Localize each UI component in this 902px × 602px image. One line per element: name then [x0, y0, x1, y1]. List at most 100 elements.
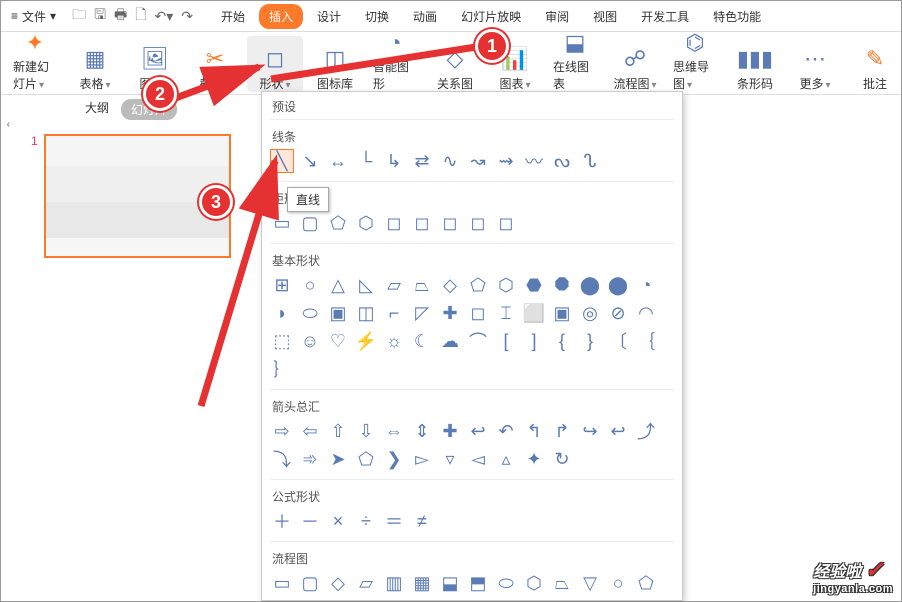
- shape-textbox[interactable]: ⊞: [270, 273, 294, 297]
- tab-insert[interactable]: 插入: [259, 4, 303, 29]
- shape-double-arrow[interactable]: ↔: [326, 149, 350, 173]
- table-button[interactable]: ▦表格: [67, 36, 123, 92]
- shape-elbow-double[interactable]: ⇄: [410, 149, 434, 173]
- shape-round2[interactable]: ◻: [438, 211, 462, 235]
- shape-curved-up[interactable]: ⤴: [634, 419, 658, 443]
- shape-manual-op[interactable]: ▽: [578, 571, 602, 595]
- shape-cross[interactable]: ✚: [438, 301, 462, 325]
- shape-multiply[interactable]: ×: [326, 509, 350, 533]
- shape-connector[interactable]: ○: [606, 571, 630, 595]
- shape-summing[interactable]: ⊕: [326, 599, 350, 601]
- shape-smiley[interactable]: ☺: [298, 329, 322, 353]
- icons-button[interactable]: ◫图标库: [307, 36, 363, 92]
- shape-right-callout[interactable]: ▻: [410, 447, 434, 471]
- shape-collate[interactable]: ⧖: [382, 599, 406, 601]
- shape-plus[interactable]: ＋: [270, 509, 294, 533]
- shape-direct-access[interactable]: ⬭: [606, 599, 630, 601]
- smartart-button[interactable]: ◔智能图形: [367, 36, 423, 92]
- shape-delay[interactable]: ◗: [522, 599, 546, 601]
- shape-rtriangle[interactable]: ◺: [354, 273, 378, 297]
- shape-triangle[interactable]: △: [326, 273, 350, 297]
- shapes-button[interactable]: ◻形状: [247, 36, 303, 92]
- shape-stored-data[interactable]: ◖: [494, 599, 518, 601]
- shape-bracket1[interactable]: [: [494, 329, 518, 353]
- shape-not-equal[interactable]: ≠: [410, 509, 434, 533]
- shape-pie[interactable]: ◔: [634, 273, 658, 297]
- shape-snip1[interactable]: ⬠: [326, 211, 350, 235]
- tab-transition[interactable]: 切换: [355, 4, 399, 29]
- tab-start[interactable]: 开始: [211, 4, 255, 29]
- new-slide-button[interactable]: ✦新建幻灯片: [7, 36, 63, 92]
- shape-updown-arrow[interactable]: ⇕: [410, 419, 434, 443]
- shape-elbow-arrow[interactable]: ↳: [382, 149, 406, 173]
- shape-left-callout[interactable]: ◅: [466, 447, 490, 471]
- shape-leftright-arrow[interactable]: ⇔: [382, 419, 406, 443]
- undo-icon[interactable]: ↶▾: [154, 8, 173, 25]
- shape-blockarc[interactable]: ◠: [634, 301, 658, 325]
- shape-decagon[interactable]: ⬤: [578, 273, 602, 297]
- shape-parallelogram[interactable]: ▱: [382, 273, 406, 297]
- shape-hexagon[interactable]: ⬡: [494, 273, 518, 297]
- shape-decision[interactable]: ◇: [326, 571, 350, 595]
- save-icon[interactable]: 🖫: [94, 4, 106, 28]
- shape-lshape[interactable]: ⌐: [382, 301, 406, 325]
- shape-octagon[interactable]: ⯃: [550, 273, 574, 297]
- shape-curved-right[interactable]: ↪: [578, 419, 602, 443]
- shape-equal[interactable]: ＝: [382, 509, 406, 533]
- file-menu[interactable]: ≡ 文件 ▾: [5, 8, 62, 25]
- shape-heptagon[interactable]: ⬣: [522, 273, 546, 297]
- preview-icon[interactable]: 🗋: [135, 4, 146, 28]
- tab-review[interactable]: 审阅: [535, 4, 579, 29]
- shape-lightning[interactable]: ⚡: [354, 329, 378, 353]
- online-chart-button[interactable]: ⬓在线图表: [547, 36, 603, 92]
- shape-process[interactable]: ▭: [270, 571, 294, 595]
- shape-diamond[interactable]: ◇: [438, 273, 462, 297]
- shape-merge[interactable]: ▽: [466, 599, 490, 601]
- shape-trapezoid[interactable]: ⏢: [410, 273, 434, 297]
- shape-bentup-arrow[interactable]: ↱: [550, 419, 574, 443]
- shape-curve[interactable]: ∿: [438, 149, 462, 173]
- shape-up-callout[interactable]: ▵: [494, 447, 518, 471]
- shape-minus[interactable]: －: [298, 509, 322, 533]
- shape-down-callout[interactable]: ▿: [438, 447, 462, 471]
- shape-scribble[interactable]: ᔓ: [550, 149, 574, 173]
- shape-curve-arrow[interactable]: ↝: [466, 149, 490, 173]
- shape-internal-storage[interactable]: ▦: [410, 571, 434, 595]
- tab-design[interactable]: 设计: [307, 4, 351, 29]
- redo-icon[interactable]: ↷: [181, 8, 193, 25]
- shape-half-frame[interactable]: ◫: [354, 301, 378, 325]
- tab-animation[interactable]: 动画: [403, 4, 447, 29]
- shape-elbow[interactable]: └: [354, 149, 378, 173]
- shape-freeform[interactable]: ᔐ: [578, 149, 602, 173]
- tab-features[interactable]: 特色功能: [703, 4, 771, 29]
- shape-heart[interactable]: ♡: [326, 329, 350, 353]
- shape-moon[interactable]: ☾: [410, 329, 434, 353]
- shape-chevron[interactable]: ❯: [382, 447, 406, 471]
- shape-alt-process[interactable]: ▢: [298, 571, 322, 595]
- shape-pentagon[interactable]: ⬠: [466, 273, 490, 297]
- shape-curve-double[interactable]: ⇝: [494, 149, 518, 173]
- shape-curved-down[interactable]: ⤵: [270, 447, 294, 471]
- shape-plaque[interactable]: ◻: [466, 301, 490, 325]
- shape-chord[interactable]: ◗: [270, 301, 294, 325]
- tab-outline[interactable]: 大纲: [85, 99, 109, 120]
- shape-arrow-line[interactable]: ↘: [298, 149, 322, 173]
- shape-curved-left[interactable]: ↩: [606, 419, 630, 443]
- shape-oval[interactable]: ○: [298, 273, 322, 297]
- shape-circular-arrow[interactable]: ↻: [550, 447, 574, 471]
- shape-quad-arrow[interactable]: ✚: [438, 419, 462, 443]
- shape-freeform-curve[interactable]: 〰: [522, 149, 546, 173]
- open-icon[interactable]: 🗀: [72, 4, 86, 28]
- shape-divide[interactable]: ÷: [354, 509, 378, 533]
- shape-multidoc[interactable]: ⬒: [466, 571, 490, 595]
- shape-round-single[interactable]: ◻: [494, 211, 518, 235]
- shape-round1[interactable]: ◻: [410, 211, 434, 235]
- shape-bent-arrow[interactable]: ↩: [466, 419, 490, 443]
- shape-can[interactable]: ⌶: [494, 301, 518, 325]
- shape-round-diag[interactable]: ◻: [466, 211, 490, 235]
- shape-manual-input[interactable]: ⏢: [550, 571, 574, 595]
- shape-cloud[interactable]: ☁: [438, 329, 462, 353]
- more-button[interactable]: ⋯更多: [787, 36, 843, 92]
- flowchart-button[interactable]: ☍流程图: [607, 36, 663, 92]
- shape-bevel[interactable]: ▣: [550, 301, 574, 325]
